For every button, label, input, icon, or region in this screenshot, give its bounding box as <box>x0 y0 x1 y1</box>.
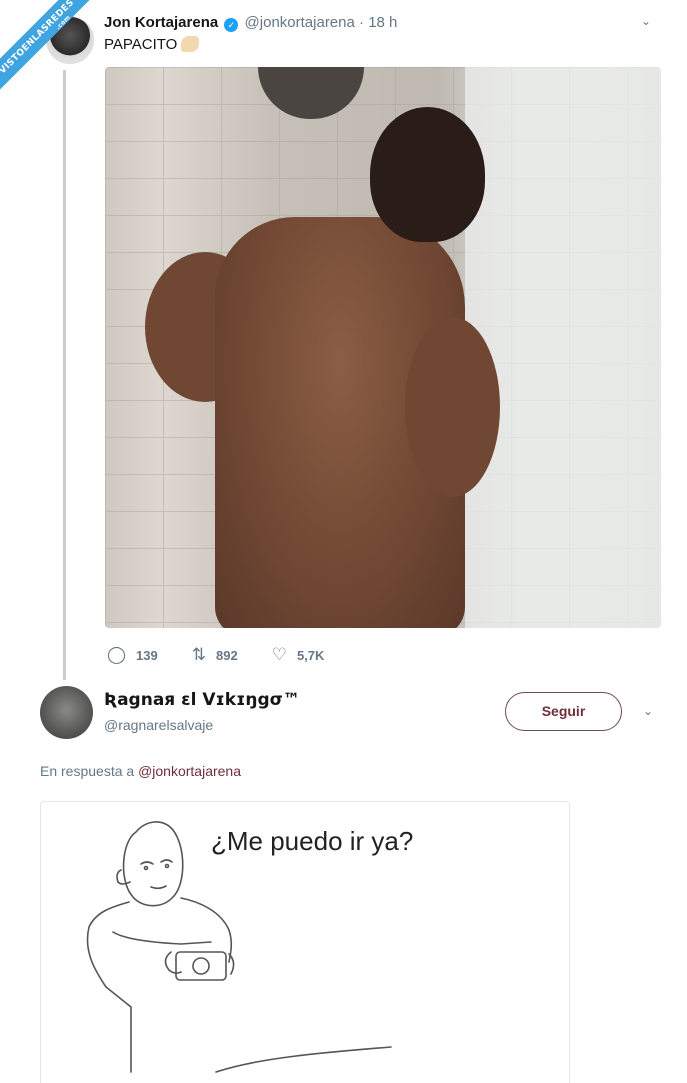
meme-image[interactable]: ¿Me puedo ir ya? <box>40 801 570 1083</box>
tweet-text: PAPACITO <box>104 36 200 53</box>
author-handle[interactable]: @ragnarelsalvaje <box>104 717 213 733</box>
retweet-count: 892 <box>215 647 238 663</box>
chevron-down-icon[interactable]: ⌄ <box>643 704 653 718</box>
author-name[interactable]: Jon Kortajarena <box>104 14 218 31</box>
reply-handle-link[interactable]: @jonkortajarena <box>138 763 241 779</box>
thread-line <box>63 70 66 680</box>
flexed-biceps-icon <box>181 36 200 52</box>
like-button[interactable]: ♡ 5,7K <box>272 645 325 665</box>
author-name[interactable]: Ʀagnaя ɛl Vɪkɪŋgσ™ <box>104 690 300 710</box>
tweet-time[interactable]: 18 h <box>368 14 397 31</box>
tweet-photo[interactable] <box>105 67 661 628</box>
reply-context: En respuesta a @jonkortajarena <box>40 763 241 779</box>
follow-button[interactable]: Seguir <box>505 692 622 731</box>
tweet-actions: ◯ 139 ⇅ 892 ♡ 5,7K <box>107 645 358 665</box>
like-count: 5,7K <box>296 647 325 663</box>
reply-count: 139 <box>136 647 158 663</box>
retweet-icon: ⇅ <box>191 645 206 665</box>
separator: · <box>354 14 369 31</box>
photo-arm-right <box>405 317 500 497</box>
heart-icon: ♡ <box>271 645 287 665</box>
shower-glass <box>465 67 661 628</box>
author-handle[interactable]: @jonkortajarena <box>245 14 355 31</box>
reply-button[interactable]: ◯ 139 <box>107 645 158 665</box>
reply-icon: ◯ <box>107 645 127 665</box>
meme-caption: ¿Me puedo ir ya? <box>211 826 414 856</box>
retweet-button[interactable]: ⇅ 892 <box>192 645 238 665</box>
chevron-down-icon[interactable]: ⌄ <box>641 14 655 28</box>
tweet-thread: VISTOENLASREDES .com Jon Kortajarena ✓ @j… <box>0 0 687 1083</box>
reply-prefix: En respuesta a <box>40 763 135 779</box>
tweet-text-content: PAPACITO <box>104 36 178 53</box>
verified-icon: ✓ <box>224 18 239 32</box>
avatar[interactable] <box>40 686 93 739</box>
photo-head <box>370 107 485 242</box>
tweet-header: Jon Kortajarena ✓ @jonkortajarena · 18 h <box>104 14 397 32</box>
